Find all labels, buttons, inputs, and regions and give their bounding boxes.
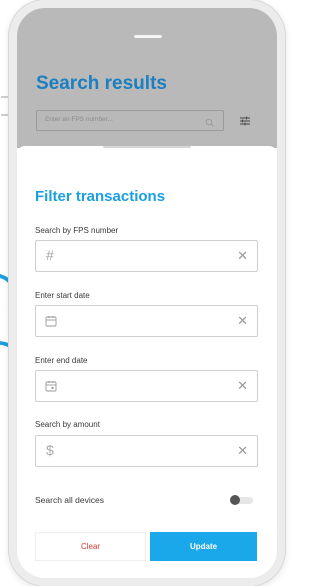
calendar-icon	[45, 379, 57, 397]
start-date-input[interactable]: ✕	[35, 305, 258, 337]
clear-amount-icon[interactable]: ✕	[237, 444, 248, 458]
start-date-label: Enter start date	[35, 291, 90, 300]
background-line	[1, 96, 9, 98]
search-input[interactable]: Enter an FPS number...	[36, 110, 224, 131]
clear-button[interactable]: Clear	[35, 532, 146, 561]
search-placeholder: Enter an FPS number...	[45, 116, 113, 123]
search-all-devices-toggle[interactable]	[230, 495, 254, 505]
page-title: Search results	[36, 73, 167, 94]
background-line	[1, 114, 9, 116]
fps-number-input[interactable]: # ✕	[35, 240, 258, 272]
background-page: Search results Enter an FPS number...	[17, 8, 277, 148]
search-icon	[205, 115, 215, 133]
search-all-devices-label: Search all devices	[35, 495, 104, 505]
status-notch	[134, 35, 162, 38]
phone-screen: Search results Enter an FPS number... Fi…	[17, 8, 277, 578]
fps-number-label: Search by FPS number	[35, 226, 119, 235]
clear-fps-icon[interactable]: ✕	[237, 249, 248, 263]
dollar-icon: $	[46, 442, 54, 458]
toggle-knob	[230, 495, 240, 505]
hash-icon: #	[46, 247, 54, 263]
sheet-title: Filter transactions	[35, 188, 166, 205]
update-button[interactable]: Update	[150, 532, 257, 561]
filter-sliders-icon[interactable]	[239, 114, 251, 132]
clear-end-date-icon[interactable]: ✕	[237, 379, 248, 393]
filter-sheet: Filter transactions Search by FPS number…	[17, 146, 277, 578]
sheet-drag-handle[interactable]	[103, 146, 191, 148]
clear-start-date-icon[interactable]: ✕	[237, 314, 248, 328]
calendar-icon	[45, 314, 57, 332]
amount-input[interactable]: $ ✕	[35, 435, 258, 467]
amount-label: Search by amount	[35, 420, 100, 429]
end-date-label: Enter end date	[35, 356, 88, 365]
phone-frame: Search results Enter an FPS number... Fi…	[9, 0, 285, 586]
end-date-input[interactable]: ✕	[35, 370, 258, 402]
